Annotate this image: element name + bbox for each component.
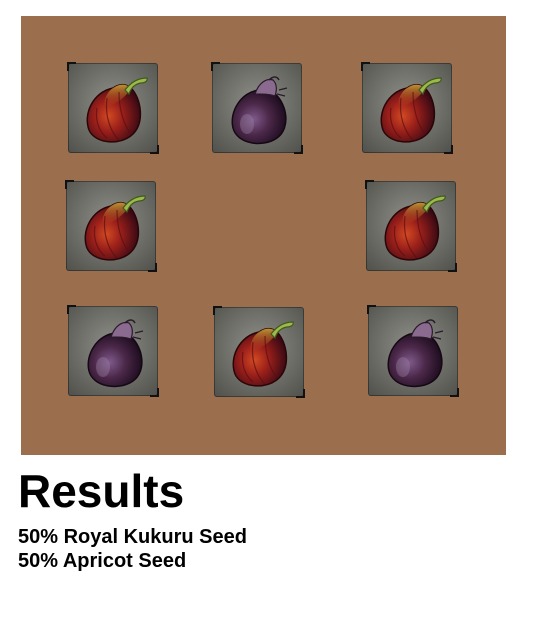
seed-slot-1[interactable] bbox=[67, 62, 159, 154]
results-title: Results bbox=[18, 465, 185, 517]
royal-kukuru-seed-icon bbox=[232, 321, 294, 387]
seed-slot-8[interactable] bbox=[367, 305, 459, 397]
apricot-seed-icon bbox=[231, 76, 288, 145]
seed-slot-3[interactable] bbox=[361, 62, 453, 154]
apricot-seed-icon bbox=[387, 319, 444, 388]
result-line-apricot: 50% Apricot Seed bbox=[18, 550, 187, 572]
seed-slot-4[interactable] bbox=[65, 180, 157, 272]
seed-slot-7[interactable] bbox=[213, 306, 305, 398]
results-list: 50% Royal Kukuru Seed 50% Apricot Seed bbox=[18, 525, 247, 573]
seed-slot-2[interactable] bbox=[211, 62, 303, 154]
royal-kukuru-seed-icon bbox=[384, 195, 446, 261]
royal-kukuru-seed-icon bbox=[86, 77, 148, 143]
seed-slot-5[interactable] bbox=[365, 180, 457, 272]
royal-kukuru-seed-icon bbox=[380, 77, 442, 143]
apricot-seed-icon bbox=[87, 319, 144, 388]
result-line-royal-kukuru: 50% Royal Kukuru Seed bbox=[18, 526, 247, 548]
seed-slot-6[interactable] bbox=[67, 305, 159, 397]
royal-kukuru-seed-icon bbox=[84, 195, 146, 261]
seed-grid-panel bbox=[21, 16, 506, 455]
